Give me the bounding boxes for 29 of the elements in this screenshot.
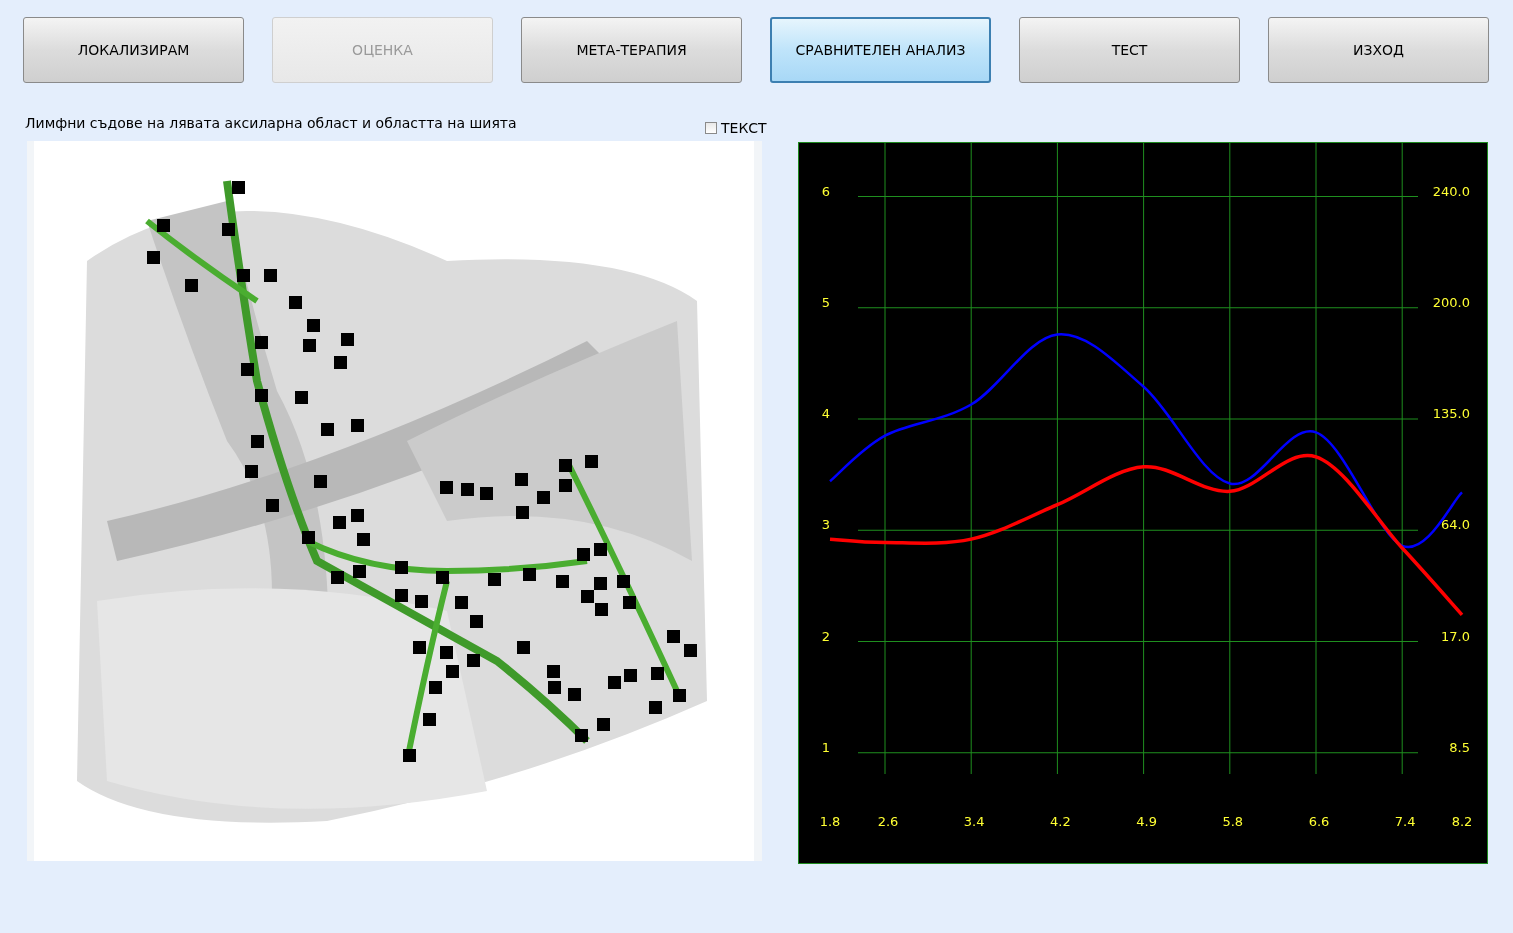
axis-label: 1 xyxy=(821,739,831,755)
axis-label: 3.4 xyxy=(963,814,985,829)
axis-label: 5 xyxy=(821,294,831,310)
axis-label: 5.8 xyxy=(1222,814,1244,829)
toolbar-button[interactable]: ИЗХОД xyxy=(1268,17,1489,83)
axis-label: 4.9 xyxy=(1136,814,1157,829)
toolbar-button[interactable]: ТЕСТ xyxy=(1019,17,1240,83)
axis-label: 240.0 xyxy=(1432,183,1470,199)
axis-label: 3 xyxy=(821,517,831,533)
axis-label: 8.5 xyxy=(1449,739,1470,755)
toolbar-button[interactable]: ЛОКАЛИЗИРАМ xyxy=(23,17,244,83)
caption: Лимфни съдове на лявата аксиларна област и областта на шията xyxy=(25,115,518,131)
checkbox[interactable] xyxy=(705,122,717,134)
axis-label: 8.2 xyxy=(1451,814,1473,829)
axis-label: 7.4 xyxy=(1394,814,1416,829)
checkbox-label[interactable]: ТЕКСТ xyxy=(721,120,767,136)
axis-label: 4.2 xyxy=(1050,814,1071,829)
axis-label: 200.0 xyxy=(1432,294,1470,310)
toolbar-button[interactable]: МЕТА-ТЕРАПИЯ xyxy=(521,17,742,83)
axis-label: 135.0 xyxy=(1432,406,1470,421)
axis-label: 2 xyxy=(821,628,831,644)
axis-label: 6.6 xyxy=(1308,814,1330,829)
axis-label: 1.8 xyxy=(819,814,841,829)
axis-label: 2.6 xyxy=(877,814,899,829)
axis-label: 4 xyxy=(821,406,831,421)
axis-label: 17.0 xyxy=(1441,628,1470,644)
axis-label: 6 xyxy=(821,183,831,199)
toolbar-button[interactable]: СРАВНИТЕЛЕН АНАЛИЗ xyxy=(770,17,991,83)
axis-label: 64.0 xyxy=(1441,517,1470,533)
